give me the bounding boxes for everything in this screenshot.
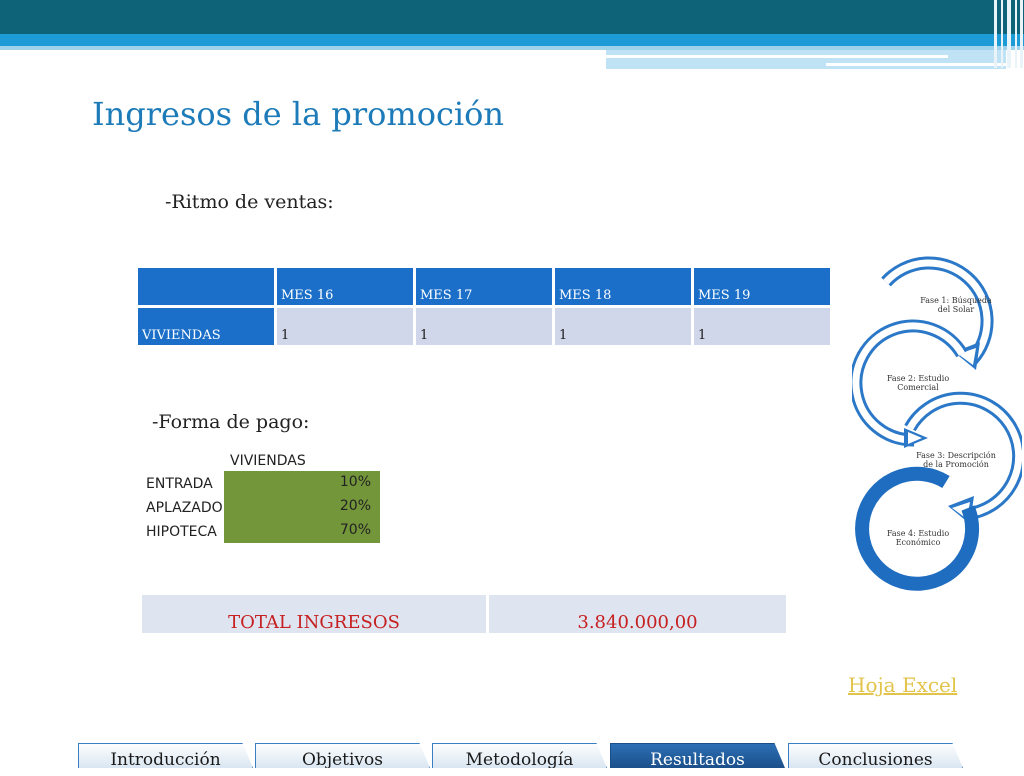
- table-cell: 1: [694, 308, 830, 345]
- payment-value-cell: 20%: [224, 495, 380, 519]
- phase-label: Fase 4: Estudio Económico: [886, 529, 950, 547]
- table-cell: 1: [277, 308, 413, 345]
- header-divider: [606, 55, 948, 58]
- nav-tab-conclusiones[interactable]: Conclusiones: [788, 743, 963, 768]
- header-stripe: [0, 34, 1024, 46]
- section-heading-sales: -Ritmo de ventas:: [165, 191, 334, 213]
- page-title: Ingresos de la promoción: [92, 95, 505, 133]
- header-step: [606, 50, 1006, 69]
- sales-table: MES 16 MES 17 MES 18 MES 19 VIVIENDAS 1 …: [135, 268, 833, 345]
- nav-tab-introduccion[interactable]: Introducción: [78, 743, 253, 768]
- payment-label: HIPOTECA: [146, 524, 217, 540]
- nav-tab-objetivos[interactable]: Objetivos: [255, 743, 430, 768]
- table-header-cell: [138, 268, 274, 305]
- total-value: 3.840.000,00: [489, 595, 786, 633]
- payment-label: ENTRADA: [146, 476, 213, 492]
- payment-label: APLAZADO: [146, 500, 223, 516]
- payment-value-cell: 70%: [224, 519, 380, 543]
- header-divider: [826, 63, 1006, 66]
- excel-link[interactable]: Hoja Excel: [848, 673, 957, 697]
- phase-label: Fase 3: Descripción de la Promoción: [916, 451, 996, 469]
- nav-tab-resultados[interactable]: Resultados: [610, 743, 785, 768]
- section-heading-payment: -Forma de pago:: [152, 411, 310, 433]
- header-band: [0, 0, 1024, 34]
- table-header-cell: MES 16: [277, 268, 413, 305]
- table-header-cell: MES 19: [694, 268, 830, 305]
- table-header-cell: MES 18: [555, 268, 691, 305]
- total-label: TOTAL INGRESOS: [142, 595, 486, 633]
- payment-value-cell: 10%: [224, 471, 380, 495]
- nav-tab-metodologia[interactable]: Metodología: [432, 743, 607, 768]
- payment-table-header: VIVIENDAS: [230, 453, 306, 469]
- phase-label: Fase 2: Estudio Comercial: [886, 374, 950, 392]
- table-header-row: MES 16 MES 17 MES 18 MES 19: [138, 268, 830, 305]
- table-cell: 1: [555, 308, 691, 345]
- phase-label: Fase 1: Búsqueda del Solar: [920, 296, 992, 314]
- table-cell: 1: [416, 308, 552, 345]
- table-header-cell: MES 17: [416, 268, 552, 305]
- header-bars: [990, 0, 1024, 68]
- table-row: VIVIENDAS 1 1 1 1: [138, 308, 830, 345]
- table-row-label: VIVIENDAS: [138, 308, 274, 345]
